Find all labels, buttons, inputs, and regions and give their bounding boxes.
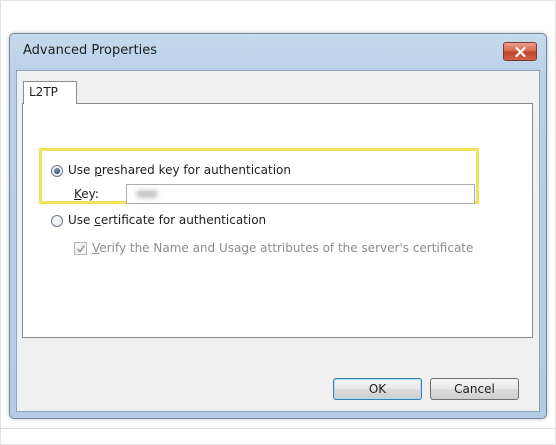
masked-key-value <box>136 190 158 198</box>
preshared-label-suffix: reshared key for authentication <box>101 163 291 177</box>
tab-l2tp[interactable]: L2TP <box>23 81 77 104</box>
verify-label-suffix: erify the Name and Usage attributes of t… <box>99 241 474 255</box>
key-label-suffix: ey: <box>81 187 99 201</box>
dialog-client-area: L2TP Use preshared key for authenticatio… <box>16 70 540 412</box>
tab-panel-l2tp: Use preshared key for authentication Key… <box>22 103 533 338</box>
certificate-radio[interactable] <box>51 215 63 227</box>
verify-certificate-checkbox[interactable] <box>74 242 87 255</box>
certificate-label[interactable]: Use certificate for authentication <box>68 213 266 227</box>
ok-button[interactable]: OK <box>333 378 422 400</box>
certificate-label-prefix: Use <box>68 213 95 227</box>
certificate-label-suffix: ertificate for authentication <box>100 213 267 227</box>
frame-divider <box>0 428 556 429</box>
tab-label: L2TP <box>29 85 58 99</box>
dialog-titlebar[interactable]: Advanced Properties <box>10 34 546 70</box>
close-x-icon <box>514 46 526 57</box>
preshared-label-accel: p <box>94 163 102 177</box>
dialog-title: Advanced Properties <box>23 43 158 58</box>
advanced-properties-dialog: Advanced Properties L2TP Use preshared k… <box>9 33 547 419</box>
checkmark-icon <box>76 245 86 253</box>
verify-certificate-label: Verify the Name and Usage attributes of … <box>92 241 473 255</box>
key-input[interactable] <box>126 184 475 204</box>
preshared-key-radio[interactable] <box>51 165 63 177</box>
cancel-button[interactable]: Cancel <box>430 378 519 400</box>
preshared-key-label[interactable]: Use preshared key for authentication <box>68 163 291 177</box>
key-label: Key: <box>74 187 99 201</box>
close-button[interactable] <box>503 42 537 61</box>
certificate-label-accel: c <box>94 213 101 227</box>
preshared-label-prefix: Use <box>68 163 95 177</box>
